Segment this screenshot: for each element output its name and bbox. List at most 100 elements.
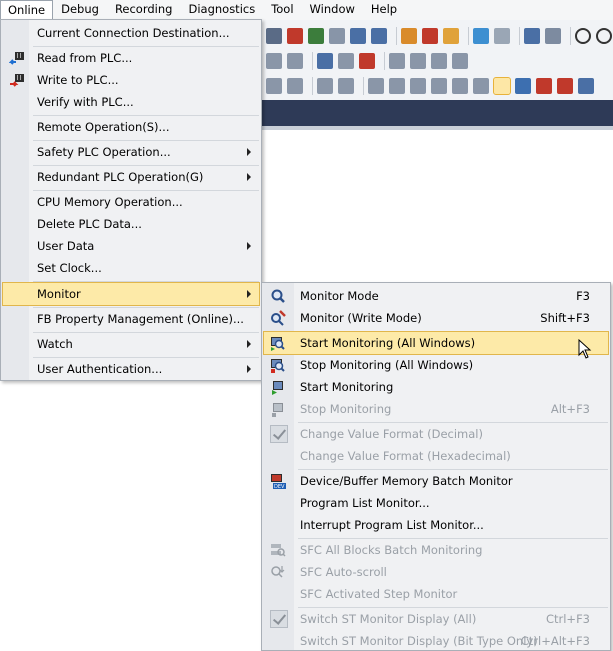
submenu-item-device-batch-monitor[interactable]: DEV Device/Buffer Memory Batch Monitor (264, 470, 608, 492)
toolbar-row-3 (262, 73, 613, 98)
coil-icon[interactable] (317, 77, 333, 94)
submenu-item-monitor-write-mode[interactable]: Monitor (Write Mode) Shift+F3 (264, 307, 608, 329)
submenu-item-program-list-monitor[interactable]: Program List Monitor... (264, 492, 608, 514)
read-from-plc-icon (9, 52, 24, 65)
menu-debug[interactable]: Debug (53, 0, 107, 20)
menu-item-user-data[interactable]: User Data (3, 235, 259, 257)
submenu-item-stop-monitoring[interactable]: Stop Monitoring Alt+F3 (264, 398, 608, 420)
network-icon[interactable] (493, 76, 511, 95)
submenu-item-sfc-activated-step[interactable]: SFC Activated Step Monitor (264, 583, 608, 605)
print-icon[interactable] (545, 27, 561, 44)
svg-text:DEV: DEV (274, 484, 285, 489)
menu-item-fb-property[interactable]: FB Property Management (Online)... (3, 308, 259, 330)
submenu-item-switch-st-bit[interactable]: Switch ST Monitor Display (Bit Type Only… (264, 630, 608, 651)
export-icon[interactable] (524, 27, 540, 44)
write-icon[interactable] (422, 27, 438, 44)
toolbar-row-2 (262, 48, 613, 73)
read-icon[interactable] (401, 27, 417, 44)
submenu-item-switch-st-all[interactable]: Switch ST Monitor Display (All) Ctrl+F3 (264, 608, 608, 630)
submenu-item-change-value-hex[interactable]: Change Value Format (Hexadecimal) (264, 445, 608, 467)
network-2-icon[interactable] (515, 77, 531, 94)
cross-ref-icon[interactable] (359, 52, 375, 69)
submenu-item-change-value-decimal[interactable]: Change Value Format (Decimal) (264, 423, 608, 445)
device-batch-monitor-icon: DEV (271, 474, 286, 489)
menu-item-set-clock[interactable]: Set Clock... (3, 257, 259, 279)
toolbar-separator (384, 51, 385, 70)
submenu-arrow-icon (247, 290, 251, 298)
menu-item-remote-operation[interactable]: Remote Operation(S)... (3, 116, 259, 138)
debug-2-icon[interactable] (557, 77, 573, 94)
grid-icon[interactable] (389, 52, 405, 69)
online-menu: Current Connection Destination... Read f… (0, 19, 262, 381)
menu-diagnostics[interactable]: Diagnostics (180, 0, 263, 20)
doc-2-icon[interactable] (410, 77, 426, 94)
view-icon[interactable] (431, 52, 447, 69)
debug-icon[interactable] (536, 77, 552, 94)
doc-icon[interactable] (389, 77, 405, 94)
menu-window[interactable]: Window (302, 0, 363, 20)
device-3-icon[interactable] (578, 77, 594, 94)
submenu-arrow-icon (247, 173, 251, 181)
toolbar-area (262, 20, 613, 100)
submenu-arrow-icon (247, 242, 251, 250)
start-monitoring-icon (272, 381, 283, 395)
menu-item-user-authentication[interactable]: User Authentication... (3, 358, 259, 380)
transfer-icon[interactable] (473, 27, 489, 44)
contact-2-icon[interactable] (287, 77, 303, 94)
menu-online[interactable]: Online (0, 0, 54, 20)
menu-recording[interactable]: Recording (107, 0, 181, 20)
monitor-pause-icon[interactable] (329, 27, 345, 44)
menu-item-cpu-memory[interactable]: CPU Memory Operation... (3, 191, 259, 213)
menu-bar: Online Debug Recording Diagnostics Tool … (0, 0, 613, 20)
zoom-out-icon[interactable] (596, 27, 612, 44)
monitor-all-icon[interactable] (308, 27, 324, 44)
monitor-mode-icon (271, 289, 285, 303)
menu-item-verify-with-plc[interactable]: Verify with PLC... (3, 91, 259, 113)
submenu-item-start-monitoring[interactable]: Start Monitoring (264, 376, 608, 398)
zoom-in-icon[interactable] (575, 27, 591, 44)
monitor-start-icon[interactable] (266, 27, 282, 44)
toolbar-separator (312, 51, 313, 70)
arrow-2-icon[interactable] (473, 77, 489, 94)
toolbar-separator (396, 26, 397, 45)
menu-item-monitor[interactable]: Monitor (2, 282, 260, 306)
menu-tool[interactable]: Tool (263, 0, 301, 20)
monitor-stop-icon[interactable] (287, 27, 303, 44)
transfer-2-icon[interactable] (494, 27, 510, 44)
find-icon[interactable] (317, 52, 333, 69)
device-2-icon[interactable] (371, 27, 387, 44)
verify-icon[interactable] (443, 27, 459, 44)
coil-2-icon[interactable] (338, 77, 354, 94)
submenu-item-start-monitoring-all[interactable]: Start Monitoring (All Windows) (263, 331, 609, 355)
menu-help[interactable]: Help (363, 0, 405, 20)
table-icon[interactable] (410, 52, 426, 69)
submenu-item-sfc-autoscroll[interactable]: SFC Auto-scroll (264, 561, 608, 583)
device-icon[interactable] (350, 27, 366, 44)
menu-item-watch[interactable]: Watch (3, 333, 259, 355)
ladder-icon[interactable] (266, 52, 282, 69)
menu-item-safety-plc[interactable]: Safety PLC Operation... (3, 141, 259, 163)
menu-item-read-from-plc[interactable]: Read from PLC... (3, 47, 259, 69)
contact-icon[interactable] (266, 77, 282, 94)
menu-item-current-connection[interactable]: Current Connection Destination... (3, 22, 259, 44)
menu-item-redundant-plc[interactable]: Redundant PLC Operation(G) (3, 166, 259, 188)
edit-icon[interactable] (368, 77, 384, 94)
stop-monitoring-all-icon (271, 359, 285, 373)
sfc-autoscroll-icon (271, 566, 285, 578)
list-icon[interactable] (338, 52, 354, 69)
submenu-item-interrupt-program-list[interactable]: Interrupt Program List Monitor... (264, 514, 608, 536)
menu-item-write-to-plc[interactable]: Write to PLC... (3, 69, 259, 91)
toolbar-separator (570, 26, 571, 45)
toolbar-separator (363, 76, 364, 95)
arrow-icon[interactable] (452, 77, 468, 94)
doc-3-icon[interactable] (431, 77, 447, 94)
submenu-item-stop-monitoring-all[interactable]: Stop Monitoring (All Windows) (264, 354, 608, 376)
layout-icon[interactable] (452, 52, 468, 69)
submenu-item-sfc-batch-monitoring[interactable]: SFC All Blocks Batch Monitoring (264, 539, 608, 561)
toolbar-separator (312, 76, 313, 95)
toolbar-separator (468, 26, 469, 45)
menu-item-delete-plc-data[interactable]: Delete PLC Data... (3, 213, 259, 235)
submenu-arrow-icon (247, 340, 251, 348)
ladder-2-icon[interactable] (287, 52, 303, 69)
submenu-item-monitor-mode[interactable]: Monitor Mode F3 (264, 285, 608, 307)
